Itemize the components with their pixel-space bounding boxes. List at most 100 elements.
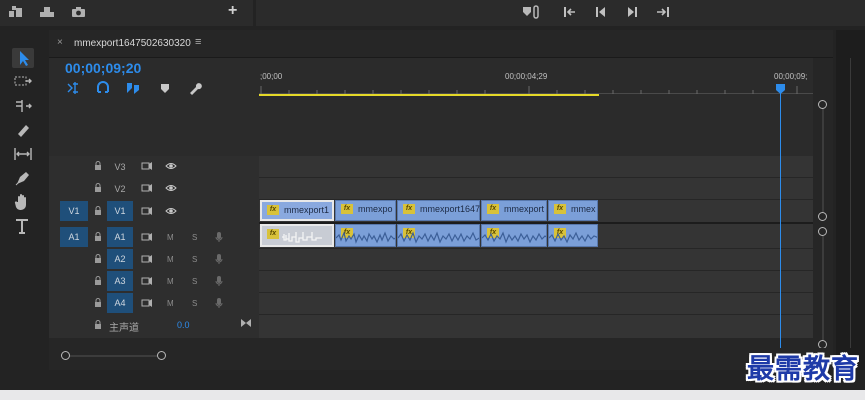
microphone-icon[interactable] bbox=[214, 253, 224, 265]
lock-icon[interactable] bbox=[93, 183, 103, 193]
track-target-a4[interactable]: A4 bbox=[107, 293, 133, 313]
go-to-in-icon[interactable] bbox=[561, 4, 579, 20]
time-ruler[interactable]: ;00;00 00;00;04;29 00;00;09; bbox=[259, 58, 813, 156]
add-marker-icon[interactable] bbox=[157, 80, 173, 96]
solo-button[interactable]: S bbox=[192, 233, 197, 242]
mute-button[interactable]: M bbox=[167, 299, 174, 308]
scroll-handle[interactable] bbox=[818, 100, 827, 109]
lock-icon[interactable] bbox=[93, 232, 103, 242]
eye-icon[interactable] bbox=[165, 161, 177, 171]
audio-clip[interactable]: fx bbox=[260, 224, 334, 247]
track-target-a1[interactable]: A1 bbox=[107, 227, 133, 247]
go-to-out-icon[interactable] bbox=[654, 4, 672, 20]
mute-button[interactable]: M bbox=[167, 255, 174, 264]
marker-icon[interactable] bbox=[520, 4, 539, 20]
horizontal-zoom-scrollbar[interactable] bbox=[49, 348, 833, 366]
lock-icon[interactable] bbox=[93, 254, 103, 264]
nest-toggle-icon[interactable] bbox=[65, 80, 81, 96]
selection-tool-icon[interactable] bbox=[12, 48, 34, 68]
sync-lock-icon[interactable] bbox=[141, 161, 153, 171]
sync-lock-icon[interactable] bbox=[141, 276, 153, 286]
track-area[interactable] bbox=[259, 156, 813, 338]
lock-icon[interactable] bbox=[93, 298, 103, 308]
audio-clip[interactable]: fx bbox=[481, 224, 547, 247]
microphone-icon[interactable] bbox=[214, 275, 224, 287]
lock-icon[interactable] bbox=[93, 161, 103, 171]
tools-panel bbox=[0, 34, 47, 374]
vertical-scrollbar[interactable] bbox=[813, 58, 833, 349]
audio-waveform bbox=[398, 231, 479, 244]
clip-name: mmexport1647 bbox=[420, 204, 481, 214]
master-volume-value[interactable]: 0.0 bbox=[177, 320, 190, 330]
clip-name: mmexport1 bbox=[284, 205, 330, 215]
microphone-icon[interactable] bbox=[214, 297, 224, 309]
camera-icon[interactable] bbox=[70, 4, 88, 20]
audio-clip[interactable]: fx bbox=[548, 224, 598, 247]
source-patch-a1[interactable]: A1 bbox=[60, 227, 88, 247]
track-target-a3[interactable]: A3 bbox=[107, 271, 133, 291]
step-forward-icon[interactable] bbox=[623, 4, 641, 20]
track-name[interactable]: V2 bbox=[110, 184, 130, 194]
track-target-v1[interactable]: V1 bbox=[107, 201, 133, 221]
eye-icon[interactable] bbox=[165, 183, 177, 193]
ripple-edit-tool-icon[interactable] bbox=[12, 96, 34, 116]
source-patch-v1[interactable]: V1 bbox=[60, 201, 88, 221]
video-clip[interactable]: fx mmex bbox=[548, 200, 598, 221]
fx-badge: fx bbox=[341, 204, 353, 214]
video-clip[interactable]: fx mmexpo bbox=[335, 200, 396, 221]
video-clip[interactable]: fx mmexport bbox=[481, 200, 547, 221]
linked-selection-icon[interactable] bbox=[125, 80, 141, 96]
timeline-header: 00;00;09;20 bbox=[49, 58, 259, 156]
lock-icon[interactable] bbox=[93, 206, 103, 216]
audio-clip[interactable]: fx bbox=[397, 224, 480, 247]
sync-lock-icon[interactable] bbox=[141, 232, 153, 242]
solo-button[interactable]: S bbox=[192, 277, 197, 286]
microphone-icon[interactable] bbox=[214, 231, 224, 243]
razor-tool-icon[interactable] bbox=[12, 120, 34, 140]
audio-waveform bbox=[482, 231, 546, 244]
zoom-handle[interactable] bbox=[61, 351, 70, 360]
eye-icon[interactable] bbox=[165, 206, 177, 216]
audio-waveform bbox=[336, 231, 395, 244]
hand-tool-icon[interactable] bbox=[12, 192, 34, 212]
lock-icon[interactable] bbox=[93, 276, 103, 286]
sync-lock-icon[interactable] bbox=[141, 254, 153, 264]
audio-clip[interactable]: fx bbox=[335, 224, 396, 247]
sync-lock-icon[interactable] bbox=[141, 298, 153, 308]
pen-tool-icon[interactable] bbox=[12, 168, 34, 188]
zoom-handle[interactable] bbox=[157, 351, 166, 360]
mute-button[interactable]: M bbox=[167, 277, 174, 286]
playhead-line[interactable] bbox=[780, 84, 781, 354]
type-tool-icon[interactable] bbox=[12, 216, 34, 236]
step-back-icon[interactable] bbox=[592, 4, 610, 20]
sync-lock-icon[interactable] bbox=[141, 183, 153, 193]
sequence-tab[interactable]: mmexport1647502630320 bbox=[74, 38, 191, 49]
track-name[interactable]: V3 bbox=[110, 162, 130, 172]
lock-icon[interactable] bbox=[93, 320, 103, 330]
close-tab-icon[interactable]: × bbox=[57, 37, 63, 48]
panel-menu-icon[interactable]: ≡ bbox=[195, 36, 201, 48]
video-clip[interactable]: fx mmexport1647 bbox=[397, 200, 480, 221]
track-target-a2[interactable]: A2 bbox=[107, 249, 133, 269]
mute-button[interactable]: M bbox=[167, 233, 174, 242]
sync-lock-icon[interactable] bbox=[141, 206, 153, 216]
go-to-end-icon[interactable] bbox=[240, 318, 252, 328]
video-clip[interactable]: fx mmexport1 bbox=[260, 200, 334, 221]
scroll-handle[interactable] bbox=[818, 212, 827, 221]
settings-stack-icon[interactable] bbox=[7, 4, 25, 20]
add-button[interactable]: + bbox=[228, 2, 237, 20]
snap-icon[interactable] bbox=[95, 80, 111, 96]
work-area-bar[interactable] bbox=[259, 94, 599, 96]
slip-tool-icon[interactable] bbox=[12, 144, 34, 164]
wrench-icon[interactable] bbox=[187, 80, 203, 96]
scroll-handle[interactable] bbox=[818, 227, 827, 236]
clip-name: mmexpo bbox=[358, 204, 393, 214]
playhead-timecode[interactable]: 00;00;09;20 bbox=[65, 60, 141, 76]
solo-button[interactable]: S bbox=[192, 299, 197, 308]
track-headers bbox=[49, 156, 259, 338]
adjacent-panel-edge bbox=[836, 30, 865, 370]
track-select-tool-icon[interactable] bbox=[12, 72, 34, 92]
solo-button[interactable]: S bbox=[192, 255, 197, 264]
export-frame-icon[interactable] bbox=[38, 4, 56, 20]
fx-badge: fx bbox=[267, 229, 279, 239]
